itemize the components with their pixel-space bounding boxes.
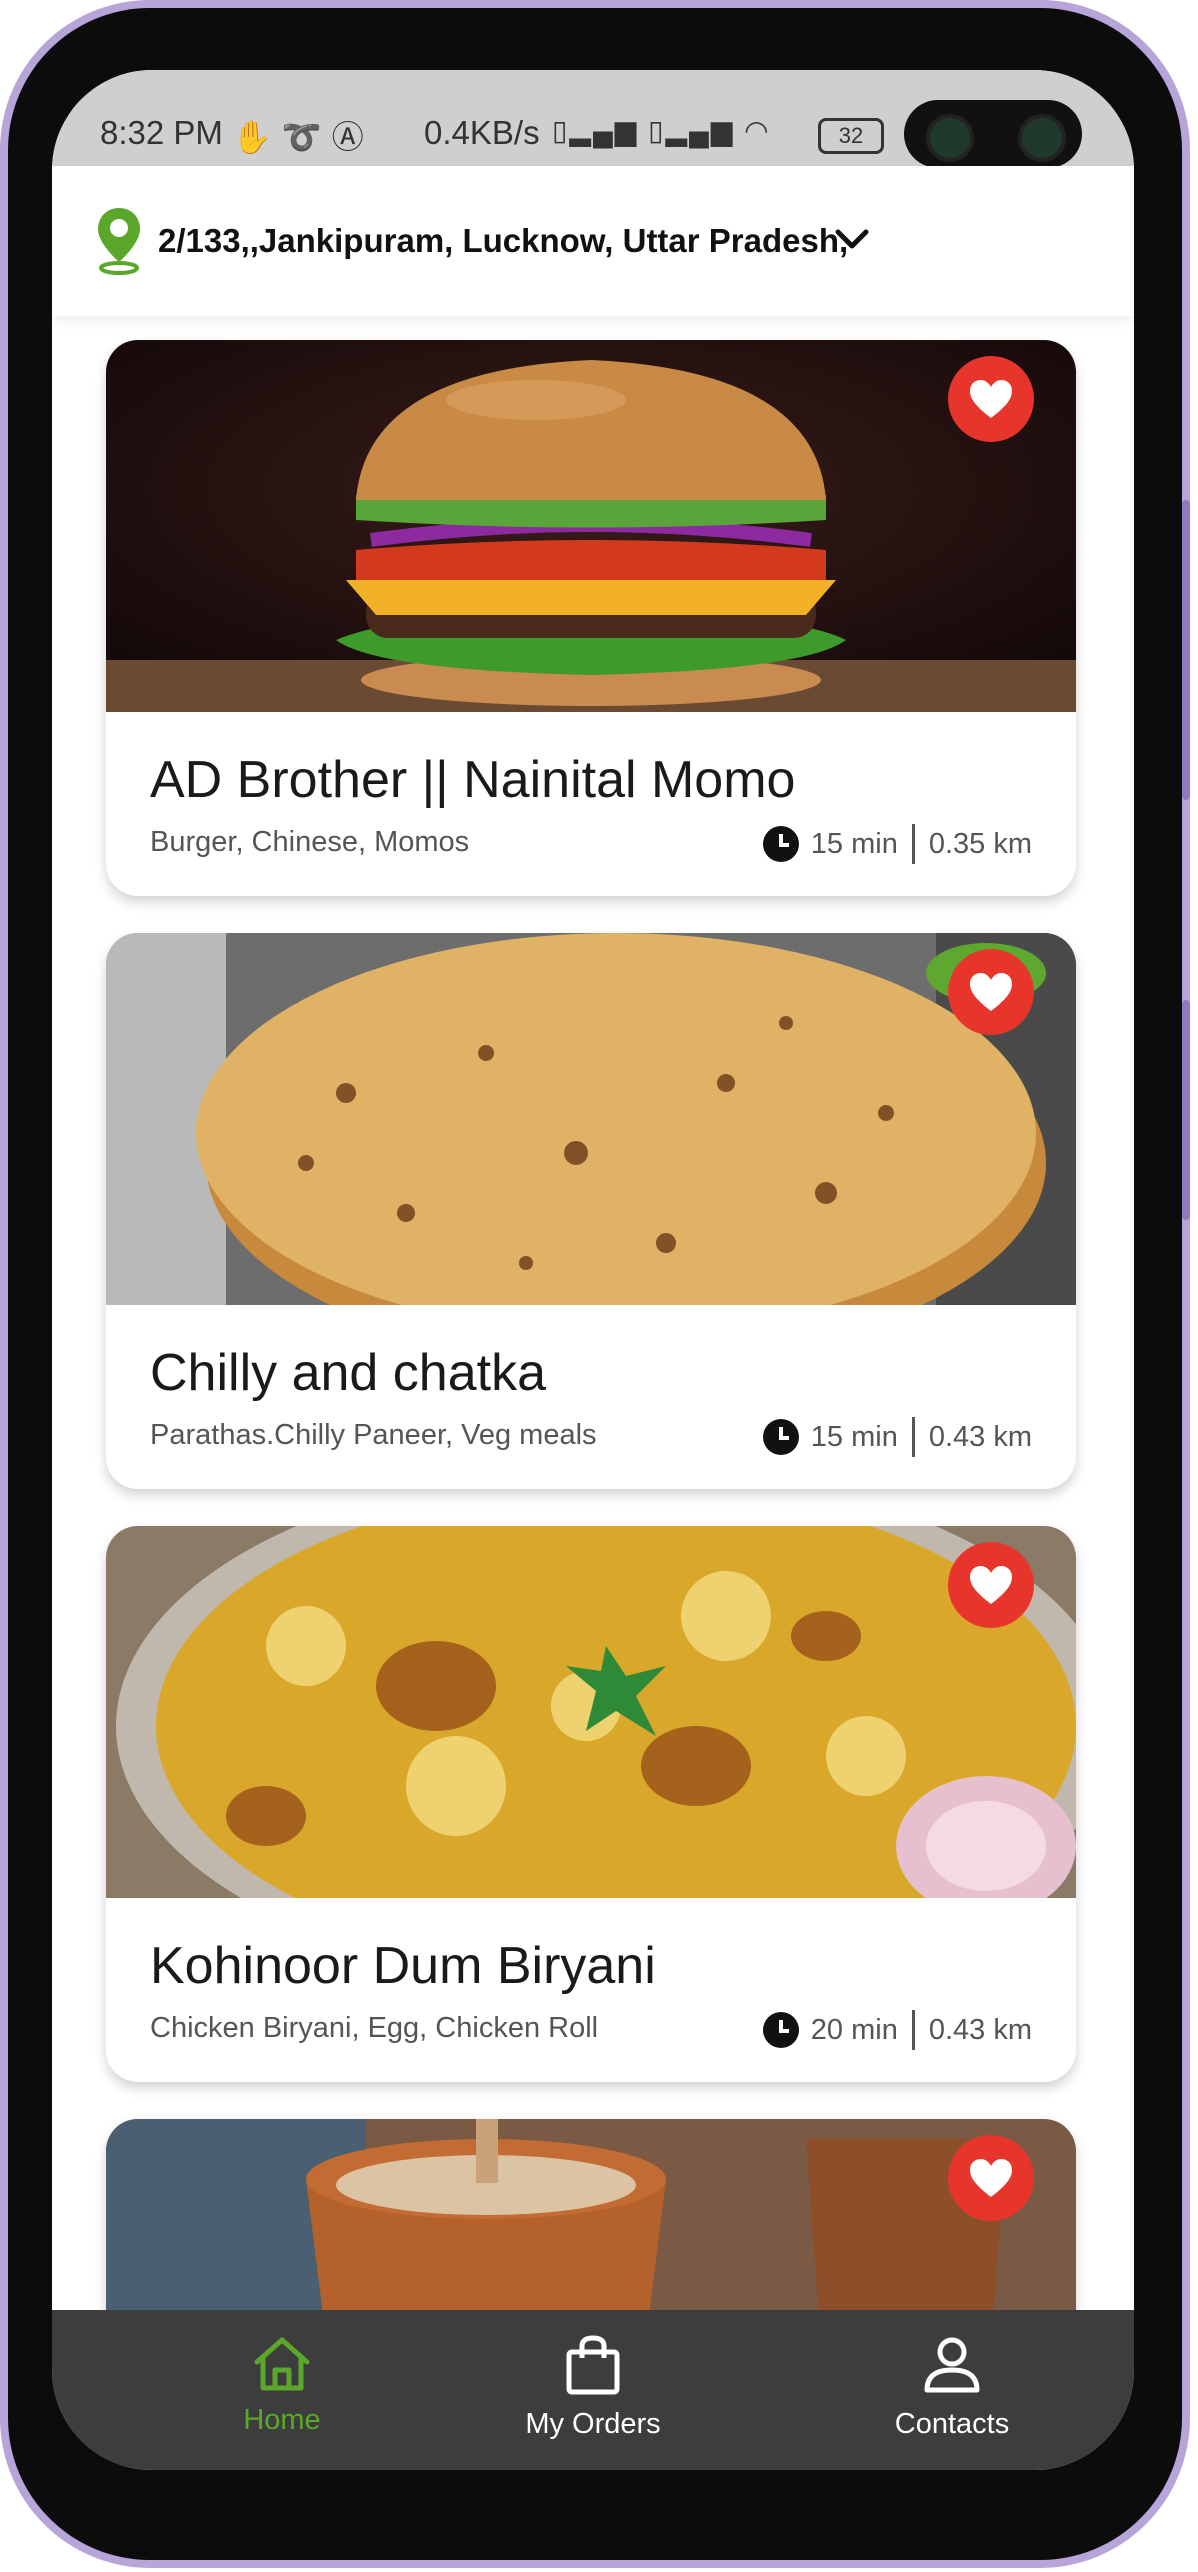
paratha-image [106,933,1076,1305]
nav-contacts[interactable]: Contacts [832,2334,1072,2441]
distance: 0.35 km [928,827,1032,860]
status-time: 8:32 PM [100,114,223,151]
delivery-meta: 15 min 0.43 km [762,1417,1032,1457]
shopping-bag-icon [566,2335,620,2395]
burger-image [106,340,1076,712]
favorite-heart-icon[interactable] [948,949,1034,1035]
nav-my-orders[interactable]: My Orders [473,2334,713,2441]
nav-contacts-label: Contacts [894,2408,1010,2440]
status-bar: 8:32 PM ✋➰Ⓐ 0.4KB/s ▯▂▄▆ ▯▂▄▆ ◠ 32 [52,70,1134,168]
location-pin-icon [98,208,140,275]
delivery-meta: 20 min 0.43 km [762,2010,1032,2050]
chevron-down-icon[interactable] [832,224,872,254]
screen: 8:32 PM ✋➰Ⓐ 0.4KB/s ▯▂▄▆ ▯▂▄▆ ◠ 32 2/133… [52,70,1134,2470]
delivery-meta: 15 min 0.35 km [762,824,1032,864]
biryani-image [106,1526,1076,1898]
distance: 0.43 km [928,2013,1032,2046]
home-icon [254,2337,310,2391]
camera-lens-icon [1018,114,1066,162]
person-icon [924,2337,980,2393]
signal-icon: ▯▂▄▆ ▯▂▄▆ ◠ [552,115,771,146]
nav-home-label: Home [243,2404,321,2436]
restaurant-card[interactable]: AD Brother || Nainital Momo Burger, Chin… [106,340,1076,896]
divider [911,2010,915,2050]
volume-button [1182,1000,1190,1220]
delivery-time: 20 min [810,2013,898,2046]
delivery-time: 15 min [810,827,898,860]
restaurant-cuisine: Parathas.Chilly Paneer, Veg meals [150,1419,597,1451]
delivery-time: 15 min [810,1420,898,1453]
restaurant-cuisine: Burger, Chinese, Momos [150,826,470,858]
favorite-heart-icon[interactable] [948,2135,1034,2221]
location-address: 2/133,,Jankipuram, Lucknow, Uttar Prades… [158,222,849,259]
restaurant-name: AD Brother || Nainital Momo [150,751,796,809]
location-selector[interactable]: 2/133,,Jankipuram, Lucknow, Uttar Prades… [52,166,1134,316]
divider [911,824,915,864]
clock-icon [762,2012,799,2048]
restaurant-cuisine: Chicken Biryani, Egg, Chicken Roll [150,2012,599,2044]
camera-cutout [904,100,1082,168]
power-button [1182,500,1190,800]
restaurant-name: Chilly and chatka [150,1344,546,1402]
distance: 0.43 km [928,1420,1032,1453]
clock-icon [762,1419,799,1455]
favorite-heart-icon[interactable] [948,356,1034,442]
tea-image [106,2119,1076,2312]
nav-home[interactable]: Home [162,2334,402,2437]
nav-my-orders-label: My Orders [525,2408,661,2440]
network-speed: 0.4KB/s [424,114,540,151]
battery-icon: 32 [818,118,884,154]
divider [911,1417,915,1457]
restaurant-card[interactable] [106,2119,1076,2312]
camera-lens-icon [926,114,974,162]
clock-icon [762,826,799,862]
restaurant-card[interactable]: Kohinoor Dum Biryani Chicken Biryani, Eg… [106,1526,1076,2082]
favorite-heart-icon[interactable] [948,1542,1034,1628]
phone-frame: 8:32 PM ✋➰Ⓐ 0.4KB/s ▯▂▄▆ ▯▂▄▆ ◠ 32 2/133… [0,0,1190,2568]
restaurant-list[interactable]: AD Brother || Nainital Momo Burger, Chin… [52,316,1134,2312]
status-app-icons: ✋➰Ⓐ [232,119,374,155]
bottom-nav: Home My Orders Contacts [52,2310,1134,2470]
restaurant-name: Kohinoor Dum Biryani [150,1937,656,1995]
restaurant-card[interactable]: Chilly and chatka Parathas.Chilly Paneer… [106,933,1076,1489]
